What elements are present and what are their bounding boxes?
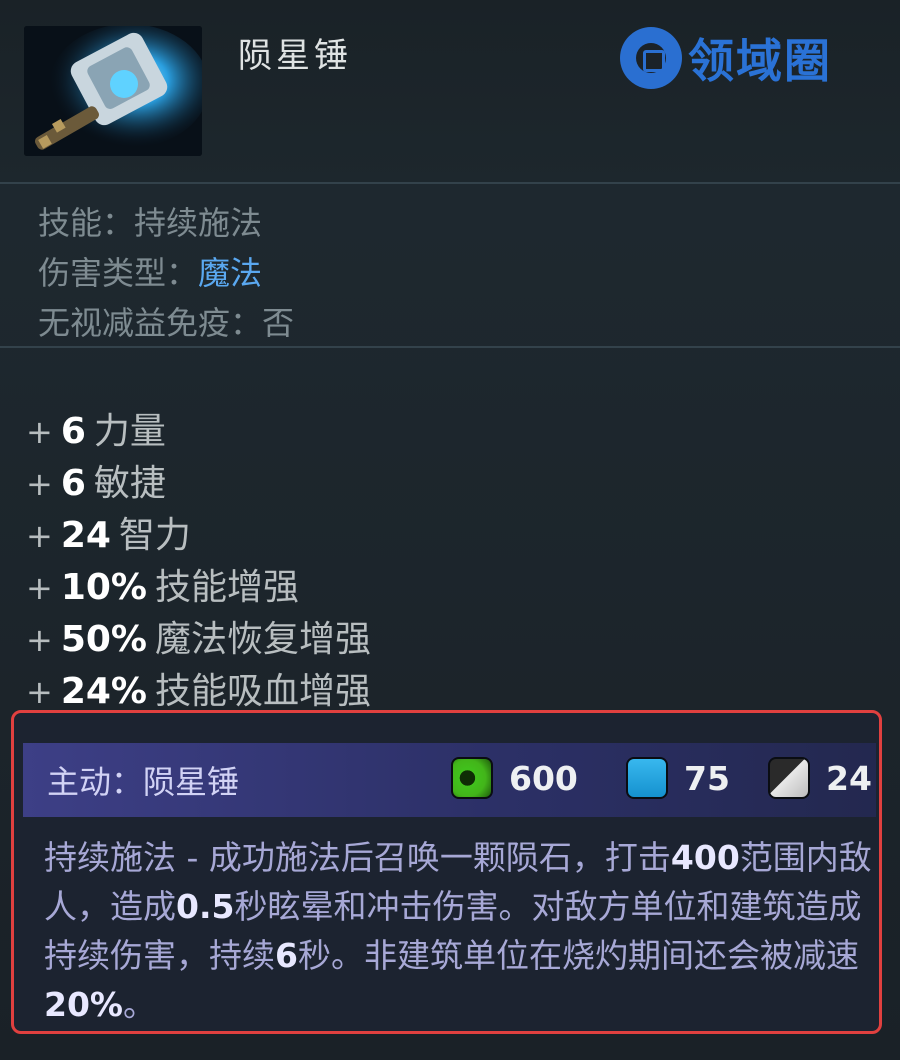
stat-row: +10% 技能增强 bbox=[26, 562, 371, 614]
mana-icon bbox=[626, 757, 668, 799]
cooldown: 24 bbox=[768, 757, 872, 799]
watermark-logo: 领域圈 bbox=[620, 27, 832, 89]
cooldown-icon bbox=[768, 757, 810, 799]
property-label: 技能： bbox=[38, 204, 135, 242]
property-label: 伤害类型： bbox=[38, 254, 199, 292]
property-skill: 技能：持续施法 bbox=[38, 198, 294, 248]
desc-text: 持续施法 - 成功施法后召唤一颗陨石，打击 bbox=[44, 838, 671, 877]
active-ability-header: 主动：陨星锤 600 75 24 bbox=[23, 743, 876, 817]
cast-range: 600 bbox=[451, 757, 578, 799]
stat-value: 6 bbox=[60, 411, 86, 452]
stat-row: +50% 魔法恢复增强 bbox=[26, 614, 371, 666]
stat-row: +6 力量 bbox=[26, 406, 371, 458]
stat-name: 技能吸血增强 bbox=[154, 671, 371, 712]
stat-name: 智力 bbox=[118, 515, 191, 556]
plus-icon: + bbox=[26, 621, 53, 659]
stat-value: 6 bbox=[60, 463, 86, 504]
divider bbox=[0, 346, 900, 348]
property-value: 持续施法 bbox=[134, 204, 263, 242]
mana-cost: 75 bbox=[626, 757, 730, 799]
cooldown-value: 24 bbox=[826, 758, 872, 798]
desc-highlight: 6 bbox=[275, 936, 298, 975]
property-value: 否 bbox=[262, 304, 295, 342]
stat-name: 魔法恢复增强 bbox=[154, 619, 371, 660]
stat-value: 24% bbox=[60, 671, 147, 712]
divider bbox=[0, 182, 900, 184]
cast-range-icon bbox=[451, 757, 493, 799]
stat-name: 敏捷 bbox=[93, 463, 166, 504]
mana-cost-value: 75 bbox=[684, 758, 730, 798]
property-value: 魔法 bbox=[198, 254, 263, 292]
item-tooltip: 陨星锤 领域圈 技能：持续施法 伤害类型：魔法 无视减益免疫：否 +6 力量 +6… bbox=[0, 0, 900, 1060]
stat-value: 10% bbox=[60, 567, 147, 608]
desc-highlight: 0.5 bbox=[176, 887, 235, 926]
active-ability-description: 持续施法 - 成功施法后召唤一颗陨石，打击400范围内敌人，造成0.5秒眩晕和冲… bbox=[44, 833, 874, 1029]
active-ability-title: 主动：陨星锤 bbox=[47, 763, 240, 801]
plus-icon: + bbox=[26, 465, 53, 503]
plus-icon: + bbox=[26, 569, 53, 607]
plus-icon: + bbox=[26, 673, 53, 711]
item-title: 陨星锤 bbox=[238, 36, 352, 76]
desc-highlight: 400 bbox=[670, 838, 740, 877]
stats-list: +6 力量 +6 敏捷 +24 智力 +10% 技能增强 +50% 魔法恢复增强 +24%… bbox=[26, 406, 371, 718]
watermark-text: 领域圈 bbox=[688, 34, 832, 88]
stat-value: 24 bbox=[60, 515, 111, 556]
active-ability-box: 主动：陨星锤 600 75 24 持续施法 - 成功施法后召唤一颗陨石，打击40… bbox=[11, 710, 882, 1034]
desc-highlight: 20% bbox=[44, 985, 123, 1024]
stat-row: +24 智力 bbox=[26, 510, 371, 562]
plus-icon: + bbox=[26, 413, 53, 451]
stat-row: +6 敏捷 bbox=[26, 458, 371, 510]
cast-range-value: 600 bbox=[509, 758, 578, 798]
property-damage-type: 伤害类型：魔法 bbox=[38, 248, 294, 298]
meteor-hammer-icon bbox=[24, 26, 202, 156]
logo-icon bbox=[620, 27, 682, 89]
property-debuff-immunity: 无视减益免疫：否 bbox=[38, 298, 294, 348]
stat-value: 50% bbox=[60, 619, 147, 660]
properties-section: 技能：持续施法 伤害类型：魔法 无视减益免疫：否 bbox=[38, 198, 294, 348]
tooltip-header: 陨星锤 领域圈 bbox=[0, 0, 900, 182]
desc-text: 秒。非建筑单位在烧灼期间还会被减速 bbox=[297, 936, 859, 975]
plus-icon: + bbox=[26, 517, 53, 555]
stat-name: 力量 bbox=[93, 411, 166, 452]
desc-text: 。 bbox=[123, 985, 156, 1024]
property-label: 无视减益免疫： bbox=[38, 304, 263, 342]
stat-name: 技能增强 bbox=[154, 567, 299, 608]
